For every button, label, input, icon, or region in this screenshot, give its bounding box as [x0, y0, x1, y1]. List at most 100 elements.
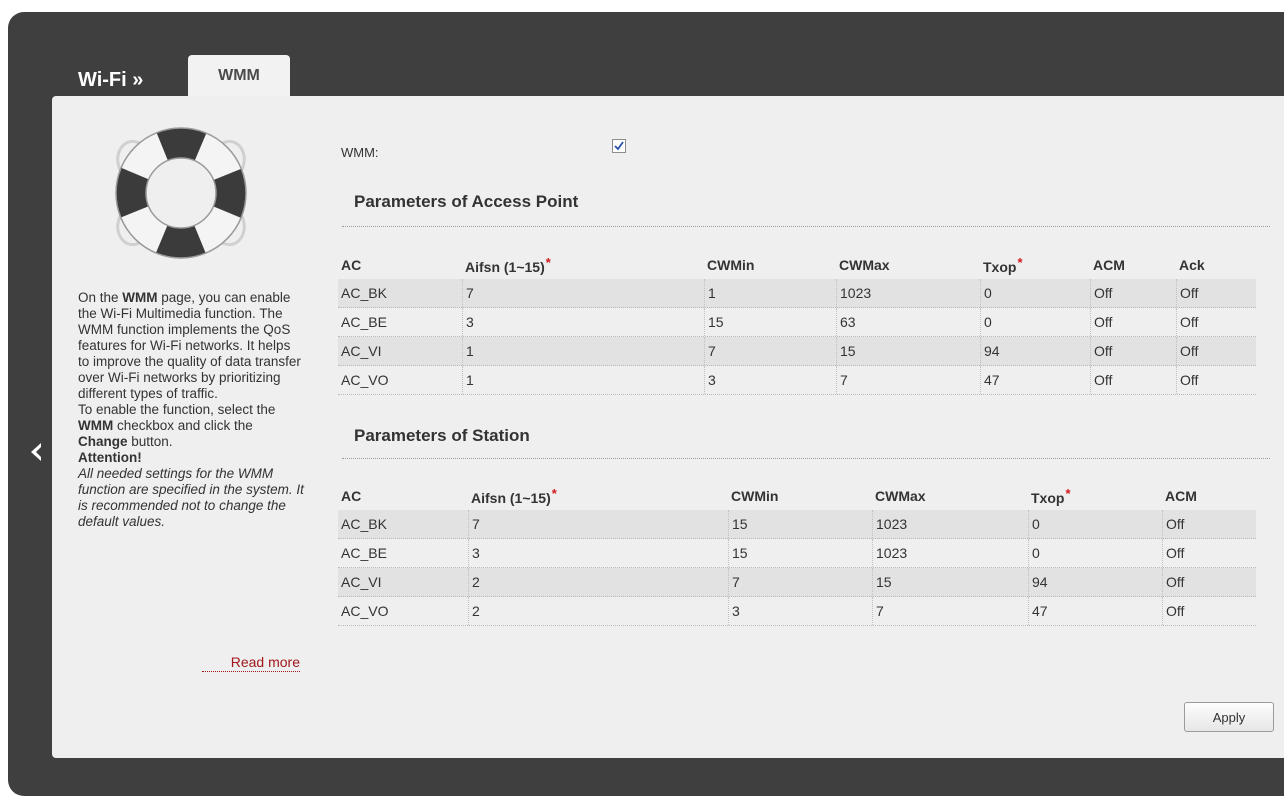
tab-wmm[interactable]: WMM	[188, 55, 290, 97]
column-header: AC	[341, 256, 362, 273]
table-cell: 1023	[836, 279, 980, 307]
content-panel: On the WMM page, you can enable the Wi-F…	[52, 96, 1284, 758]
table-cell: 7	[462, 279, 704, 307]
table-cell: 0	[980, 279, 1090, 307]
required-asterisk: *	[1065, 485, 1071, 501]
table-cell: 3	[462, 308, 704, 336]
column-header: CWMax	[839, 256, 890, 273]
column-header: Txop*	[1031, 485, 1071, 506]
table-cell: Off	[1162, 539, 1256, 567]
table-cell: 94	[980, 337, 1090, 365]
table-cell: 0	[1028, 539, 1162, 567]
station-section-divider	[342, 458, 1270, 459]
table-row[interactable]: AC_VI 2 7 15 94 Off	[338, 568, 1256, 597]
table-cell: 7	[704, 337, 836, 365]
required-asterisk: *	[1017, 254, 1023, 270]
table-cell: 15	[728, 539, 872, 567]
table-cell: 3	[704, 366, 836, 394]
table-cell: Off	[1090, 279, 1176, 307]
table-row[interactable]: AC_BE 3 15 1023 0 Off	[338, 539, 1256, 568]
table-cell: AC_BE	[341, 314, 387, 330]
table-row[interactable]: AC_BK 7 1 1023 0 Off Off	[338, 279, 1256, 308]
help-text: On the WMM page, you can enable the Wi-F…	[78, 290, 304, 530]
wmm-label: WMM:	[341, 145, 379, 160]
table-cell: Off	[1090, 366, 1176, 394]
table-cell: AC_BK	[341, 516, 387, 532]
table-cell: Off	[1162, 597, 1256, 625]
attention-note: All needed settings for the WMM function…	[78, 466, 304, 529]
back-arrow-icon[interactable]	[28, 442, 44, 462]
required-asterisk: *	[545, 254, 551, 270]
table-cell: 1023	[872, 510, 1028, 538]
table-cell: Off	[1162, 568, 1256, 596]
table-cell: 7	[872, 597, 1028, 625]
column-header: CWMin	[731, 487, 779, 504]
wmm-checkbox[interactable]	[612, 139, 626, 153]
table-cell: 15	[704, 308, 836, 336]
table-cell: 0	[980, 308, 1090, 336]
table-cell: AC_VO	[341, 372, 389, 388]
table-row[interactable]: AC_VO 2 3 7 47 Off	[338, 597, 1256, 626]
table-cell: 7	[468, 510, 728, 538]
column-header: Ack	[1179, 256, 1205, 273]
table-cell: 3	[728, 597, 872, 625]
attention-label: Attention!	[78, 450, 142, 465]
table-row[interactable]: AC_BK 7 15 1023 0 Off	[338, 510, 1256, 539]
table-cell: Off	[1162, 510, 1256, 538]
table-cell: 63	[836, 308, 980, 336]
access-point-table: AC Aifsn (1~15)* CWMin CWMax Txop* ACM Ack AC_B…	[338, 250, 1256, 395]
ap-section-title: Parameters of Access Point	[354, 192, 579, 211]
table-cell: 7	[728, 568, 872, 596]
table-cell: AC_VO	[341, 603, 389, 619]
table-header-row: AC Aifsn (1~15)* CWMin CWMax Txop* ACM Ack	[338, 250, 1256, 279]
help-paragraph-2: To enable the function, select the WMM c…	[78, 402, 276, 449]
table-cell: Off	[1176, 279, 1256, 307]
ap-section-divider	[342, 226, 1270, 227]
table-cell: 15	[728, 510, 872, 538]
column-header: Aifsn (1~15)*	[465, 254, 551, 275]
table-cell: 0	[1028, 510, 1162, 538]
column-header: CWMax	[875, 487, 926, 504]
column-header: Txop*	[983, 254, 1023, 275]
help-paragraph-1: On the WMM page, you can enable the Wi-F…	[78, 290, 301, 401]
table-cell: 1	[462, 366, 704, 394]
table-cell: 15	[836, 337, 980, 365]
table-cell: AC_BE	[341, 545, 387, 561]
table-cell: 7	[836, 366, 980, 394]
table-cell: AC_VI	[341, 343, 382, 359]
table-cell: AC_VI	[341, 574, 382, 590]
lifebuoy-icon	[106, 118, 256, 273]
table-cell: 1	[462, 337, 704, 365]
table-cell: Off	[1176, 337, 1256, 365]
column-header: Aifsn (1~15)*	[471, 485, 557, 506]
column-header: AC	[341, 487, 362, 504]
check-icon	[614, 141, 624, 151]
apply-button[interactable]: Apply	[1184, 702, 1274, 732]
table-cell: 1	[704, 279, 836, 307]
column-header: ACM	[1093, 256, 1125, 273]
table-cell: 1023	[872, 539, 1028, 567]
table-cell: Off	[1176, 366, 1256, 394]
column-header: CWMin	[707, 256, 755, 273]
table-row[interactable]: AC_VO 1 3 7 47 Off Off	[338, 366, 1256, 395]
table-cell: Off	[1090, 308, 1176, 336]
table-header-row: AC Aifsn (1~15)* CWMin CWMax Txop* ACM	[338, 481, 1256, 510]
table-cell: 47	[1028, 597, 1162, 625]
table-cell: 2	[468, 568, 728, 596]
read-more-link[interactable]: Read more	[202, 654, 300, 672]
table-cell: 3	[468, 539, 728, 567]
station-table: AC Aifsn (1~15)* CWMin CWMax Txop* ACM AC_BK 7 1…	[338, 481, 1256, 626]
column-header: ACM	[1165, 487, 1197, 504]
table-cell: Off	[1090, 337, 1176, 365]
table-cell: 2	[468, 597, 728, 625]
breadcrumb: Wi-Fi »	[78, 69, 144, 91]
table-cell: Off	[1176, 308, 1256, 336]
required-asterisk: *	[551, 485, 557, 501]
table-cell: 15	[872, 568, 1028, 596]
table-cell: 94	[1028, 568, 1162, 596]
table-row[interactable]: AC_VI 1 7 15 94 Off Off	[338, 337, 1256, 366]
table-cell: AC_BK	[341, 285, 387, 301]
station-section-title: Parameters of Station	[354, 426, 530, 445]
table-row[interactable]: AC_BE 3 15 63 0 Off Off	[338, 308, 1256, 337]
table-cell: 47	[980, 366, 1090, 394]
